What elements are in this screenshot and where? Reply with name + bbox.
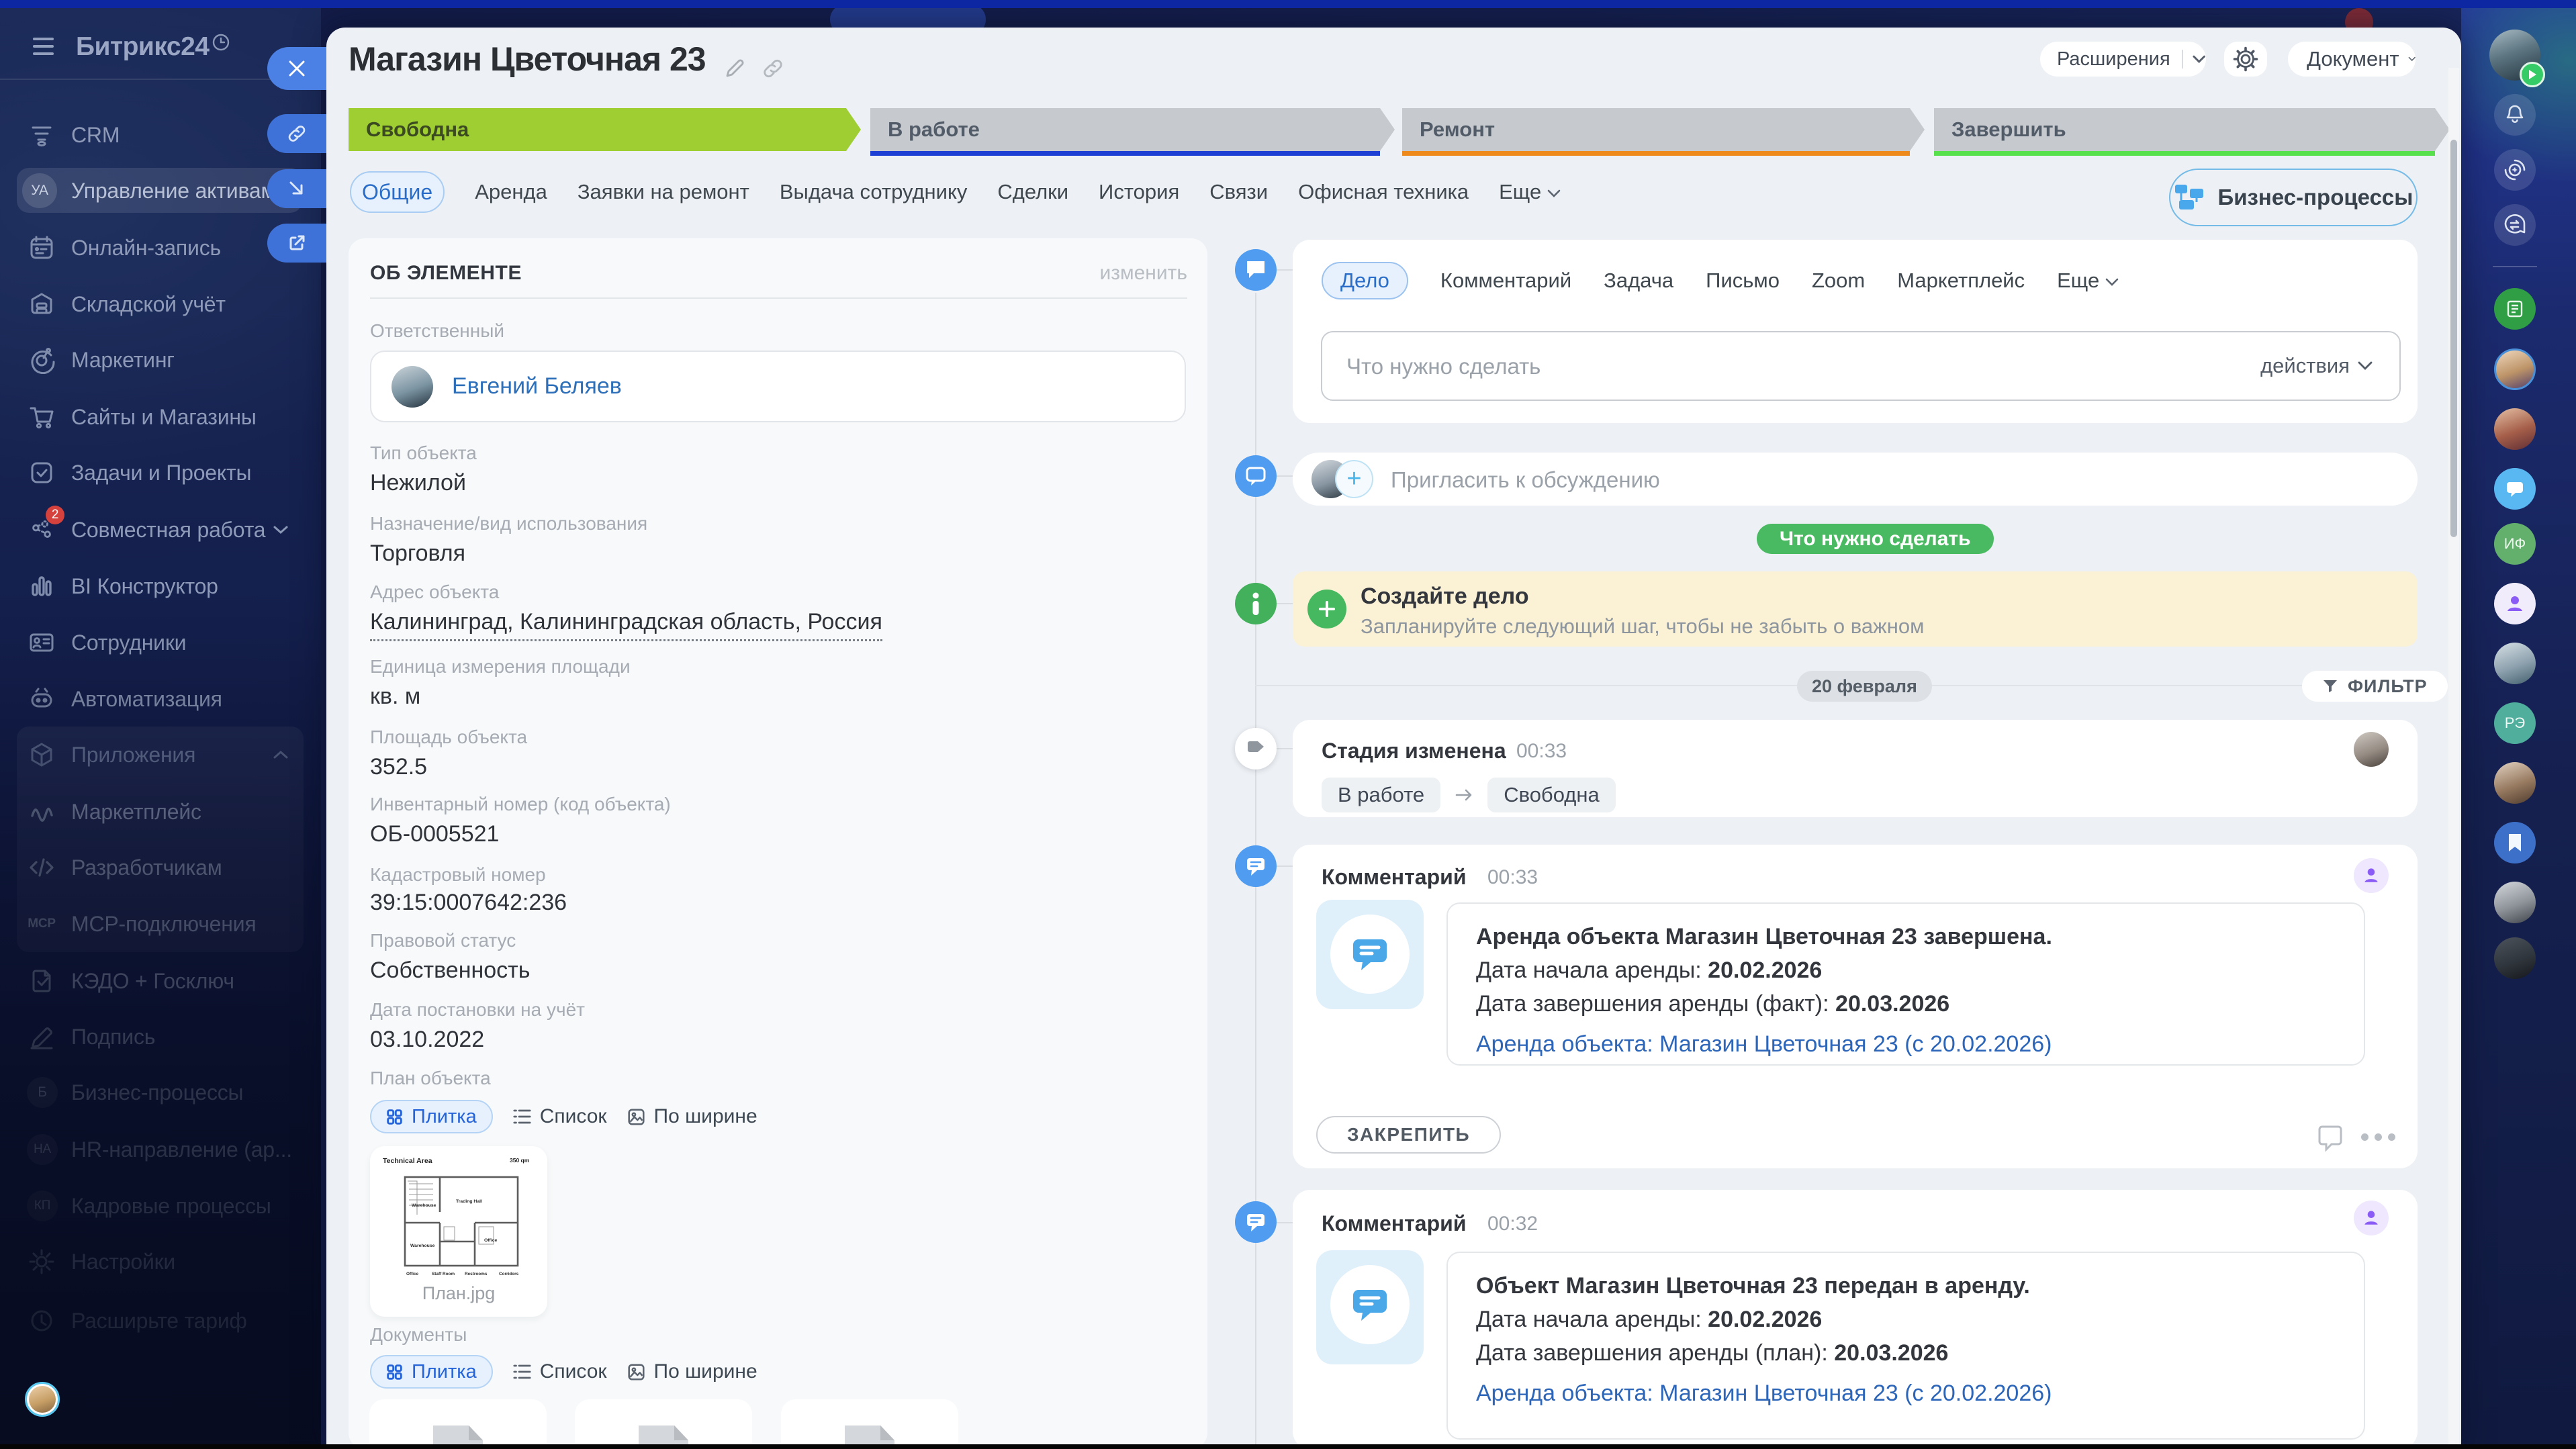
- svg-text:Warehouse: Warehouse: [410, 1244, 435, 1248]
- svg-text:Office: Office: [406, 1272, 419, 1276]
- svg-text:Trading Hall: Trading Hall: [456, 1199, 482, 1204]
- svg-text:Warehouse: Warehouse: [412, 1203, 436, 1208]
- svg-text:Office: Office: [484, 1238, 497, 1243]
- svg-text:Restrooms: Restrooms: [465, 1272, 488, 1276]
- svg-text:350 qm: 350 qm: [510, 1157, 530, 1164]
- svg-text:Technical Area: Technical Area: [383, 1157, 432, 1165]
- svg-text:Corridors: Corridors: [499, 1272, 519, 1276]
- svg-text:Staff Room: Staff Room: [432, 1272, 455, 1276]
